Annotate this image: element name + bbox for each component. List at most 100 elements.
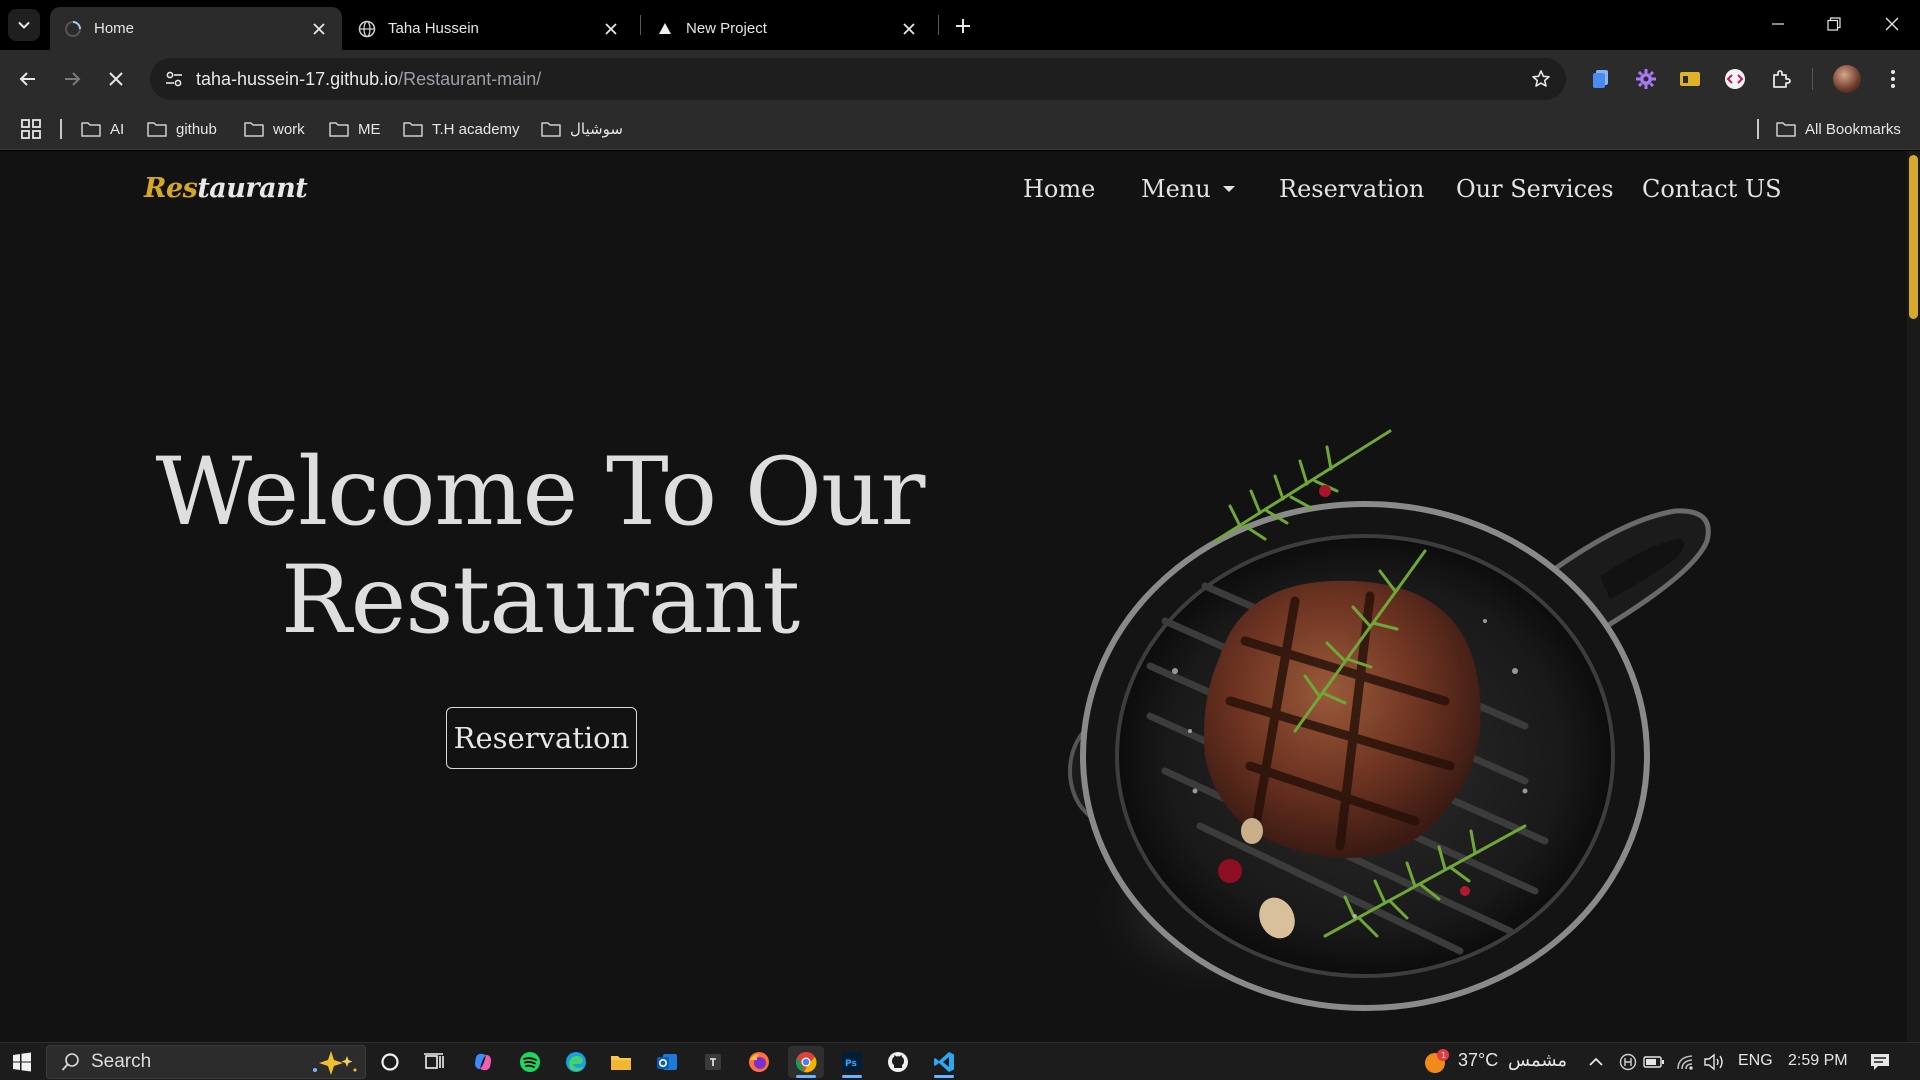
typora-icon[interactable] [695, 1046, 731, 1078]
photoshop-icon[interactable]: Ps [834, 1046, 870, 1078]
bookmarks-divider [1757, 119, 1759, 139]
nav-contact-us[interactable]: Contact US [1642, 175, 1782, 203]
apps-grid-icon[interactable] [20, 118, 42, 140]
stop-loading-button[interactable] [100, 63, 132, 95]
cortana-icon[interactable] [372, 1046, 408, 1078]
extension-card-icon[interactable] [1675, 64, 1705, 94]
chrome-icon[interactable] [788, 1046, 824, 1078]
extensions-puzzle-icon[interactable] [1767, 64, 1797, 94]
site-info-icon[interactable] [154, 62, 194, 96]
start-button[interactable] [4, 1046, 40, 1078]
battery-icon[interactable] [1636, 1046, 1672, 1078]
outlook-icon[interactable] [649, 1046, 685, 1078]
kebab-menu-icon[interactable] [1878, 64, 1908, 94]
folder-icon [147, 122, 167, 137]
folder-icon [1776, 122, 1796, 137]
folder-icon [244, 122, 264, 137]
arrow-left-icon [19, 72, 35, 86]
tab-new-project[interactable]: New Project [642, 7, 932, 50]
new-tab-button[interactable] [950, 13, 976, 39]
spotify-icon[interactable] [512, 1046, 548, 1078]
nav-reservation[interactable]: Reservation [1279, 175, 1424, 203]
folder-icon [329, 122, 349, 137]
close-icon[interactable] [600, 18, 622, 40]
tab-home[interactable]: Home [50, 7, 342, 50]
weather-icon[interactable]: 1 [1418, 1046, 1454, 1078]
scrollbar-thumb[interactable] [1909, 155, 1918, 319]
chevron-down-icon [18, 21, 30, 29]
steak-skillet-image [1065, 429, 1711, 1021]
folder-icon [403, 122, 423, 137]
nav-menu-dropdown[interactable]: Menu [1141, 175, 1235, 203]
restore-button[interactable] [1806, 0, 1862, 48]
tab-search-button[interactable] [8, 9, 40, 41]
folder-icon [541, 122, 561, 137]
volume-icon[interactable] [1696, 1046, 1732, 1078]
bookmark-folder-ai[interactable]: AI [81, 117, 124, 141]
vscode-icon[interactable] [926, 1046, 962, 1078]
brand-logo[interactable]: Restaurant [144, 173, 308, 204]
close-icon[interactable] [308, 18, 330, 40]
task-view-icon[interactable] [416, 1046, 452, 1078]
extension-docs-icon[interactable] [1586, 64, 1616, 94]
windows-logo-icon [13, 1052, 31, 1072]
hero-title-line1: Welcome To Our [155, 438, 926, 547]
input-language[interactable]: ENG [1738, 1052, 1773, 1070]
notifications-icon[interactable] [1862, 1046, 1898, 1078]
reservation-button[interactable]: Reservation [446, 707, 637, 769]
bookmark-label: github [176, 120, 217, 138]
bookmark-folder-github[interactable]: github [147, 117, 217, 141]
close-icon [1885, 17, 1899, 31]
profile-avatar[interactable] [1833, 65, 1861, 93]
plus-icon [956, 19, 970, 33]
restore-icon [1827, 17, 1841, 31]
weather-temperature[interactable]: 37°C [1458, 1050, 1498, 1071]
browser-toolbar: taha-hussein-17.github.io/Restaurant-mai… [0, 50, 1920, 108]
clock-time[interactable]: 2:59 PM [1788, 1052, 1848, 1070]
search-placeholder: Search [91, 1051, 152, 1072]
firefox-icon[interactable] [741, 1046, 777, 1078]
all-bookmarks-button[interactable]: All Bookmarks [1776, 117, 1901, 141]
close-window-button[interactable] [1864, 0, 1920, 48]
hero-title: Welcome To Our Restaurant [150, 439, 930, 655]
bookmark-star-icon[interactable] [1528, 66, 1554, 92]
tab-title: New Project [686, 20, 767, 37]
github-desktop-icon[interactable] [880, 1046, 916, 1078]
close-icon[interactable] [898, 18, 920, 40]
address-bar[interactable]: taha-hussein-17.github.io/Restaurant-mai… [150, 58, 1566, 100]
bookmark-label: work [273, 120, 305, 138]
tab-strip: Home Taha Hussein New Project [0, 0, 1920, 50]
weather-badge: 1 [1441, 1051, 1446, 1060]
bookmarks-bar: AI github work ME T.H academy سوشيال All… [0, 108, 1920, 150]
bookmark-folder-th-academy[interactable]: T.H academy [403, 117, 520, 141]
taskbar-search[interactable]: Search [46, 1045, 366, 1079]
bookmarks-divider [60, 119, 62, 139]
bookmark-folder-work[interactable]: work [244, 117, 305, 141]
edge-icon[interactable] [558, 1046, 594, 1078]
bookmark-label: AI [110, 120, 125, 138]
toolbar-divider [1812, 68, 1813, 90]
forward-button[interactable] [56, 63, 88, 95]
bookmark-folder-social[interactable]: سوشيال [541, 117, 623, 141]
copilot-icon[interactable] [465, 1046, 501, 1078]
nav-menu-label: Menu [1141, 175, 1211, 203]
windows-taskbar: Search Ps 1 37°C مشمس ENG 2:59 PM [0, 1042, 1920, 1080]
url-host: taha-hussein-17.github.io [196, 68, 399, 89]
back-button[interactable] [12, 63, 44, 95]
tab-divider [938, 15, 939, 35]
url-text: taha-hussein-17.github.io/Restaurant-mai… [196, 69, 541, 90]
minimize-icon [1772, 23, 1784, 25]
file-explorer-icon[interactable] [603, 1046, 639, 1078]
minimize-button[interactable] [1750, 0, 1806, 48]
extension-code-icon[interactable] [1720, 64, 1750, 94]
page-scrollbar[interactable] [1907, 151, 1920, 1042]
extension-gear-icon[interactable] [1631, 64, 1661, 94]
tab-taha-hussein[interactable]: Taha Hussein [344, 7, 634, 50]
nav-our-services[interactable]: Our Services [1456, 175, 1614, 203]
globe-icon [358, 20, 376, 38]
weather-condition[interactable]: مشمس [1508, 1050, 1567, 1071]
bookmark-folder-me[interactable]: ME [329, 117, 381, 141]
url-path: /Restaurant-main/ [398, 68, 542, 89]
chevron-up-icon[interactable] [1578, 1046, 1614, 1078]
nav-home[interactable]: Home [1023, 175, 1095, 203]
